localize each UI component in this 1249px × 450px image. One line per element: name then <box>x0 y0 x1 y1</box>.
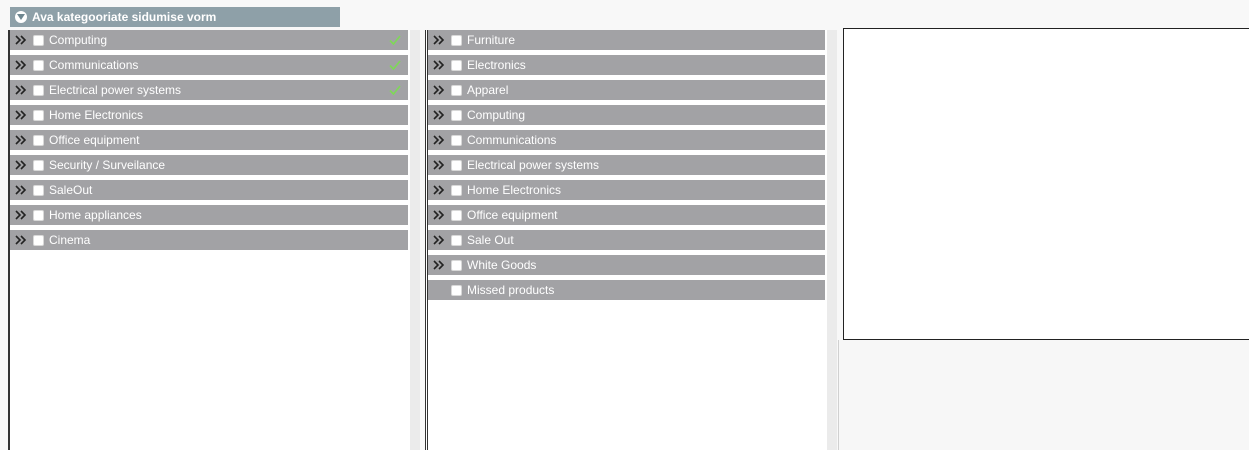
linked-checkmark-icon <box>388 33 402 50</box>
chevron-down-circle-icon[interactable] <box>15 11 27 23</box>
expand-double-chevron-icon[interactable] <box>12 30 30 50</box>
form-toggle-header[interactable]: Ava kategooriate sidumise vorm <box>10 7 340 27</box>
source-panel-scrollbar[interactable] <box>410 30 420 450</box>
category-row[interactable]: Communications <box>10 55 408 75</box>
source-category-list: Computing Communications Electrical power … <box>10 30 408 255</box>
expand-double-chevron-icon[interactable] <box>12 105 30 125</box>
category-checkbox[interactable] <box>451 34 462 46</box>
expand-double-chevron-icon[interactable] <box>12 80 30 100</box>
form-title: Ava kategooriate sidumise vorm <box>32 10 217 24</box>
category-label: Home Electronics <box>49 108 144 122</box>
category-checkbox[interactable] <box>451 84 462 96</box>
category-row[interactable]: Sale Out <box>428 230 825 250</box>
category-row[interactable]: Apparel <box>428 80 825 100</box>
category-checkbox[interactable] <box>33 234 44 246</box>
category-label: Electronics <box>467 58 526 72</box>
category-row[interactable]: Communications <box>428 130 825 150</box>
category-label: Electrical power systems <box>49 83 182 97</box>
expand-double-chevron-icon[interactable] <box>430 55 448 75</box>
category-row[interactable]: Security / Surveilance <box>10 155 408 175</box>
category-row[interactable]: Office equipment <box>428 205 825 225</box>
category-label: Office equipment <box>49 133 140 147</box>
expand-double-chevron-icon[interactable] <box>430 155 448 175</box>
category-checkbox[interactable] <box>33 184 44 196</box>
linked-checkmark-icon <box>388 83 402 100</box>
expand-double-chevron-icon[interactable] <box>430 30 448 50</box>
category-checkbox[interactable] <box>33 159 44 171</box>
category-checkbox[interactable] <box>451 234 462 246</box>
category-checkbox[interactable] <box>451 184 462 196</box>
expand-double-chevron-icon[interactable] <box>12 130 30 150</box>
category-row[interactable]: Furniture <box>428 30 825 50</box>
category-row[interactable]: Home Electronics <box>428 180 825 200</box>
category-row[interactable]: White Goods <box>428 255 825 275</box>
category-row[interactable]: Electrical power systems <box>428 155 825 175</box>
expand-double-chevron-icon[interactable] <box>12 55 30 75</box>
expand-double-chevron-icon[interactable] <box>430 180 448 200</box>
category-row[interactable]: SaleOut <box>10 180 408 200</box>
category-label: White Goods <box>467 258 537 272</box>
details-panel <box>843 28 1249 340</box>
category-row[interactable]: Electronics <box>428 55 825 75</box>
category-label: Home appliances <box>49 208 142 222</box>
category-checkbox[interactable] <box>451 134 462 146</box>
target-category-panel: Furniture Electronics Apparel Computing Comm… <box>425 30 827 450</box>
category-checkbox[interactable] <box>33 209 44 221</box>
category-label: Home Electronics <box>467 183 562 197</box>
category-checkbox[interactable] <box>451 259 462 271</box>
expand-double-chevron-icon[interactable] <box>430 130 448 150</box>
expand-double-chevron-icon[interactable] <box>430 205 448 225</box>
category-checkbox[interactable] <box>33 84 44 96</box>
target-panel-scrollbar[interactable] <box>827 30 837 450</box>
category-checkbox[interactable] <box>451 109 462 121</box>
category-checkbox[interactable] <box>451 209 462 221</box>
details-panel-footer-area <box>838 340 1249 450</box>
expand-double-chevron-icon[interactable] <box>12 155 30 175</box>
source-category-panel: Computing Communications Electrical power … <box>8 30 410 450</box>
category-checkbox[interactable] <box>33 134 44 146</box>
category-label: Missed products <box>467 283 555 297</box>
category-checkbox[interactable] <box>451 59 462 71</box>
category-label: Office equipment <box>467 208 558 222</box>
expand-double-chevron-icon[interactable] <box>12 205 30 225</box>
category-label: Cinema <box>49 233 91 247</box>
category-row[interactable]: Electrical power systems <box>10 80 408 100</box>
category-checkbox[interactable] <box>451 159 462 171</box>
category-label: Computing <box>467 108 526 122</box>
expand-double-chevron-icon[interactable] <box>12 180 30 200</box>
category-label: Communications <box>49 58 139 72</box>
category-row[interactable]: Computing <box>10 30 408 50</box>
category-label: Communications <box>467 133 557 147</box>
category-row[interactable]: Cinema <box>10 230 408 250</box>
category-label: Apparel <box>467 83 509 97</box>
expand-double-chevron-icon[interactable] <box>430 255 448 275</box>
category-label: SaleOut <box>49 183 93 197</box>
expand-double-chevron-icon[interactable] <box>430 230 448 250</box>
category-row[interactable]: Office equipment <box>10 130 408 150</box>
category-checkbox[interactable] <box>33 34 44 46</box>
expand-double-chevron-icon[interactable] <box>12 230 30 250</box>
category-label: Furniture <box>467 33 516 47</box>
expand-double-chevron-icon[interactable] <box>430 80 448 100</box>
category-row[interactable]: Home appliances <box>10 205 408 225</box>
category-row[interactable]: Computing <box>428 105 825 125</box>
category-checkbox[interactable] <box>33 109 44 121</box>
linked-checkmark-icon <box>388 58 402 75</box>
category-label: Electrical power systems <box>467 158 600 172</box>
category-label: Sale Out <box>467 233 514 247</box>
category-checkbox[interactable] <box>33 59 44 71</box>
target-category-list: Furniture Electronics Apparel Computing Comm… <box>428 30 825 305</box>
category-row[interactable]: Home Electronics <box>10 105 408 125</box>
category-label: Security / Surveilance <box>49 158 166 172</box>
expand-double-chevron-icon[interactable] <box>430 105 448 125</box>
category-checkbox[interactable] <box>451 284 462 296</box>
category-label: Computing <box>49 33 108 47</box>
category-row[interactable]: Missed products <box>428 280 825 300</box>
